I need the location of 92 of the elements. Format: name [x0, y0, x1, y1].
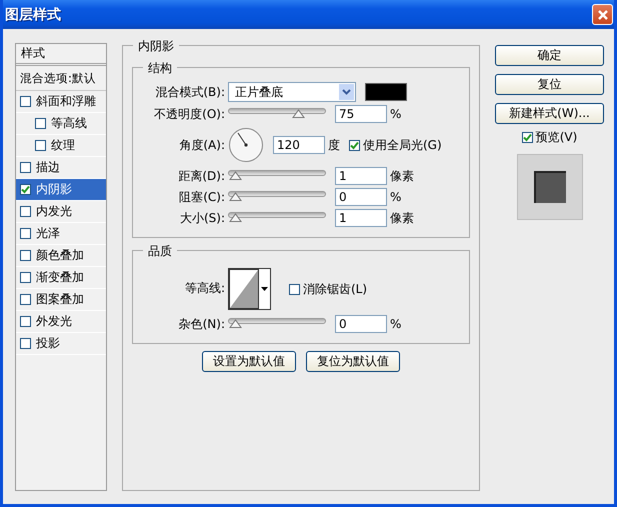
- checkbox-label: 预览(V): [536, 129, 578, 146]
- item-label: 渐变叠加: [36, 269, 84, 286]
- dropdown-button[interactable]: [339, 84, 354, 100]
- checkbox[interactable]: [20, 228, 31, 239]
- checkbox[interactable]: [20, 338, 31, 349]
- field-label: 大小(S):: [178, 210, 226, 226]
- field-label: 距离(D):: [177, 168, 226, 184]
- checkbox[interactable]: [522, 132, 533, 143]
- list-item[interactable]: 混合选项:默认: [16, 66, 106, 91]
- field-label: 混合模式(B):: [154, 84, 226, 100]
- check-icon: [522, 133, 532, 142]
- checkbox[interactable]: [349, 140, 360, 150]
- item-label: 斜面和浮雕: [36, 93, 96, 110]
- input-field[interactable]: 1: [335, 167, 387, 185]
- dialog-button[interactable]: 设置为默认值: [202, 351, 296, 372]
- slider-thumb[interactable]: [292, 109, 305, 118]
- blend-mode-dropdown[interactable]: 正片叠底: [228, 82, 356, 102]
- list-item[interactable]: 颜色叠加: [16, 245, 106, 267]
- checkbox[interactable]: [35, 140, 46, 151]
- list-item[interactable]: 图案叠加: [16, 289, 106, 311]
- checkbox[interactable]: [20, 272, 31, 283]
- input-field[interactable]: 120: [273, 136, 325, 154]
- field-label: 杂色(N):: [178, 316, 226, 332]
- list-item[interactable]: 光泽: [16, 223, 106, 245]
- field-label: 角度(A):: [178, 136, 226, 154]
- window-title: 图层样式: [5, 6, 61, 24]
- checkbox[interactable]: [20, 206, 31, 217]
- caret-icon: [261, 287, 268, 291]
- list-item[interactable]: 内发光: [16, 201, 106, 223]
- input-field[interactable]: 0: [335, 188, 387, 206]
- slider-thumb[interactable]: [229, 192, 242, 201]
- item-label: 图案叠加: [36, 291, 84, 308]
- slider-thumb[interactable]: [229, 171, 242, 180]
- unit-label: 像素: [390, 210, 414, 226]
- angle-dial: [228, 127, 264, 163]
- checkbox[interactable]: [20, 316, 31, 327]
- list-header: 样式: [16, 44, 106, 66]
- group-title: 结构: [143, 60, 177, 77]
- item-label: 纹理: [51, 137, 75, 154]
- preview-swatch: [534, 171, 566, 203]
- input-field[interactable]: 75: [335, 105, 387, 123]
- input-field[interactable]: 0: [335, 315, 387, 333]
- dialog-button[interactable]: 确定: [495, 45, 604, 66]
- checkbox[interactable]: [289, 284, 300, 294]
- list-item[interactable]: 斜面和浮雕: [16, 91, 106, 113]
- dialog-button[interactable]: 复位: [495, 74, 604, 95]
- unit-label: 度: [328, 136, 340, 154]
- checkbox[interactable]: [20, 96, 31, 107]
- unit-label: %: [390, 317, 402, 331]
- field-label: 阻塞(C):: [178, 188, 226, 206]
- group-title: 品质: [143, 243, 177, 260]
- checkbox[interactable]: [20, 162, 31, 173]
- unit-label: 像素: [390, 168, 414, 184]
- color-swatch[interactable]: [365, 83, 407, 101]
- close-icon: [596, 8, 608, 20]
- slider-thumb[interactable]: [229, 213, 242, 222]
- contour-picker[interactable]: [228, 268, 271, 310]
- checkbox[interactable]: [20, 294, 31, 305]
- unit-label: %: [390, 190, 402, 204]
- group-title: 内阴影: [133, 38, 179, 55]
- item-label: 描边: [36, 159, 60, 176]
- checkbox[interactable]: [20, 184, 31, 195]
- slider-thumb[interactable]: [229, 319, 242, 328]
- list-item[interactable]: 等高线: [16, 113, 106, 135]
- contour-curve-icon: [229, 269, 259, 309]
- item-label: 内发光: [36, 203, 72, 220]
- item-label: 颜色叠加: [36, 247, 84, 264]
- item-label: 投影: [36, 335, 60, 352]
- input-field[interactable]: 1: [335, 209, 387, 227]
- field-label: 不透明度(O):: [153, 106, 226, 122]
- checkbox[interactable]: [35, 118, 46, 129]
- close-button[interactable]: [592, 4, 613, 25]
- item-label: 光泽: [36, 225, 60, 242]
- dropdown-value: 正片叠底: [235, 84, 283, 100]
- item-label: 等高线: [51, 115, 87, 132]
- check-icon: [21, 185, 30, 194]
- field-label: 等高线:: [184, 280, 226, 297]
- dialog-button[interactable]: 新建样式(W)...: [495, 103, 604, 124]
- item-label: 内阴影: [36, 181, 72, 198]
- list-item[interactable]: 外发光: [16, 311, 106, 333]
- list-item[interactable]: 内阴影: [16, 179, 106, 201]
- checkbox-label: 使用全局光(G): [363, 136, 442, 154]
- checkbox-label: 消除锯齿(L): [303, 280, 368, 298]
- check-icon: [350, 140, 359, 150]
- unit-label: %: [390, 107, 402, 121]
- list-item[interactable]: 渐变叠加: [16, 267, 106, 289]
- dialog-button[interactable]: 复位为默认值: [306, 351, 400, 372]
- chevron-icon: [342, 89, 351, 95]
- list-item[interactable]: 纹理: [16, 135, 106, 157]
- list-item[interactable]: 投影: [16, 333, 106, 355]
- checkbox[interactable]: [20, 250, 31, 261]
- item-label: 外发光: [36, 313, 72, 330]
